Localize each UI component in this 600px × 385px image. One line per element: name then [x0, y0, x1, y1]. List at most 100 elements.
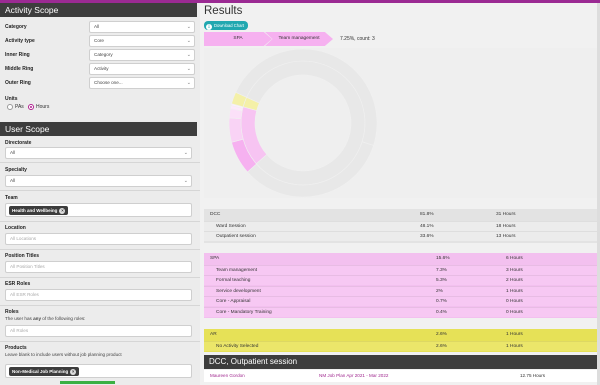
directorate-select[interactable]: All ⌄: [5, 147, 192, 159]
table-group-row[interactable]: AR 2.6% 1 Hours: [204, 330, 600, 340]
activity-scope-header: Activity Scope: [0, 3, 197, 17]
inner-ring-select[interactable]: Category ⌄: [89, 49, 195, 61]
chevron-down-icon: ⌄: [183, 150, 188, 156]
row-name: Outpatient session: [216, 234, 256, 239]
breadcrumb-info: 7.25%, count: 3: [340, 36, 375, 42]
inner-ring-label: Inner Ring: [5, 52, 30, 58]
row-name: Core - Mandatory Training: [216, 309, 272, 315]
row-hours: 13 Hours: [496, 234, 516, 239]
remove-tag-icon[interactable]: ×: [70, 369, 77, 375]
divider: [0, 221, 200, 222]
units-pas-label: PAs: [15, 104, 24, 110]
row-name: Core - Appraisal: [216, 299, 251, 304]
activity-type-row: Activity type Core ⌄: [5, 35, 195, 47]
row-percent: 5.3%: [436, 278, 447, 283]
activity-type-select[interactable]: Core ⌄: [89, 35, 195, 47]
outer-ring-select[interactable]: Choose one... ⌄: [89, 77, 195, 89]
roles-label: Roles: [5, 309, 19, 315]
row-percent: 0.4%: [436, 309, 447, 315]
row-percent: 2%: [436, 288, 443, 294]
breadcrumb-spa[interactable]: SPA: [204, 32, 272, 46]
row-percent: 15.6%: [436, 256, 450, 261]
download-icon: ⇩: [206, 24, 212, 30]
position-titles-input[interactable]: All Position Titles: [5, 261, 192, 273]
row-percent: 2.6%: [436, 343, 447, 349]
table-group-row[interactable]: DCC 81.8% 31 Hours: [204, 210, 600, 220]
table-row[interactable]: Ward Session 48.1% 18 Hours: [204, 220, 600, 231]
outer-ring-row: Outer Ring Choose one... ⌄: [5, 77, 195, 89]
row-name: No Activity Selected: [216, 343, 259, 349]
chevron-down-icon: ⌄: [186, 24, 191, 30]
row-percent: 48.1%: [420, 223, 434, 229]
row-percent: 81.8%: [420, 212, 434, 217]
esr-roles-label: ESR Roles: [5, 281, 31, 287]
remove-tag-icon[interactable]: ×: [59, 208, 66, 214]
divider: [0, 162, 200, 163]
row-name: Formal teaching: [216, 278, 251, 283]
units-hours-label: Hours: [36, 104, 50, 110]
specialty-label: Specialty: [5, 167, 27, 173]
activity-type-label: Activity type: [5, 38, 35, 44]
detail-user-link[interactable]: Maureen Gordon: [210, 370, 245, 382]
breakdown-table: DCC 81.8% 31 Hours Ward Session 48.1% 18 Hour…: [204, 209, 600, 243]
row-percent: 7.3%: [436, 267, 447, 273]
table-group-row[interactable]: SPA 15.6% 6 Hours: [204, 254, 600, 264]
table-row[interactable]: Team management 7.3% 3 Hours: [204, 264, 600, 275]
row-hours: 18 Hours: [496, 223, 516, 229]
team-label: Team: [5, 195, 18, 201]
row-name: Service development: [216, 288, 261, 294]
products-tag: Non-Medical Job Planning ×: [9, 367, 80, 376]
page-title: Results: [204, 5, 243, 17]
row-percent: 2.6%: [436, 332, 447, 337]
location-input[interactable]: All Locations: [5, 233, 192, 245]
units-hours-radio[interactable]: [28, 104, 34, 110]
outer-ring-label: Outer Ring: [5, 80, 31, 86]
units-pas-radio[interactable]: [7, 104, 13, 110]
filter-sidebar: Activity Scope Category All ⌄ Activity ty…: [0, 3, 200, 385]
user-scope-header: User Scope: [0, 122, 197, 136]
chevron-down-icon: ⌄: [183, 178, 188, 184]
row-hours: 1 Hours: [506, 343, 523, 349]
specialty-select[interactable]: All ⌄: [5, 175, 192, 187]
team-tag: Health and Wellbeing ×: [9, 206, 69, 215]
sunburst-chart-area: [204, 48, 600, 198]
table-row[interactable]: Service development 2% 1 Hours: [204, 285, 600, 296]
table-row[interactable]: Outpatient session 33.6% 13 Hours: [204, 231, 600, 241]
table-row[interactable]: No Activity Selected 2.6% 1 Hours: [204, 340, 600, 351]
middle-ring-label: Middle Ring: [5, 66, 34, 72]
inner-ring-row: Inner Ring Category ⌄: [5, 49, 195, 61]
breadcrumb-team-management[interactable]: Team management: [265, 32, 333, 46]
row-hours: 3 Hours: [506, 267, 523, 273]
chevron-down-icon: ⌄: [186, 38, 191, 44]
middle-ring-select[interactable]: Activity ⌄: [89, 63, 195, 75]
detail-plan-link[interactable]: NM Job Plan Apr 2021 - Mar 2022: [319, 370, 388, 382]
row-hours: 0 Hours: [506, 299, 523, 304]
position-titles-label: Position Titles: [5, 253, 40, 259]
divider: [0, 341, 200, 342]
category-label: Category: [5, 24, 27, 30]
breakdown-table: AR 2.6% 1 Hours No Activity Selected 2.6% 1 H…: [204, 329, 600, 352]
divider: [0, 249, 200, 250]
category-select[interactable]: All ⌄: [89, 21, 195, 33]
detail-hours: 12.75 Hours: [520, 373, 546, 378]
detail-row[interactable]: Maureen Gordon NM Job Plan Apr 2021 - Ma…: [204, 370, 600, 382]
team-multiselect[interactable]: Health and Wellbeing ×: [5, 203, 192, 217]
products-multiselect[interactable]: Non-Medical Job Planning ×: [5, 364, 192, 378]
chevron-down-icon: ⌄: [186, 80, 191, 86]
esr-roles-input[interactable]: All ESR Roles: [5, 289, 192, 301]
roles-input[interactable]: All Roles: [5, 325, 192, 337]
row-name: DCC: [210, 212, 221, 217]
download-chart-button[interactable]: ⇩ Download Chart: [204, 21, 249, 30]
products-label: Products: [5, 345, 27, 351]
directorate-label: Directorate: [5, 140, 32, 146]
row-name: Team management: [216, 267, 258, 273]
sunburst-chart[interactable]: [204, 48, 600, 198]
chevron-down-icon: ⌄: [186, 66, 191, 72]
table-row[interactable]: Core - Appraisal 0.7% 0 Hours: [204, 296, 600, 306]
submit-button[interactable]: [60, 381, 115, 384]
divider: [0, 305, 200, 306]
row-hours: 0 Hours: [506, 309, 523, 315]
chevron-down-icon: ⌄: [186, 52, 191, 58]
table-row[interactable]: Core - Mandatory Training 0.4% 0 Hours: [204, 306, 600, 317]
table-row[interactable]: Formal teaching 5.3% 2 Hours: [204, 275, 600, 285]
